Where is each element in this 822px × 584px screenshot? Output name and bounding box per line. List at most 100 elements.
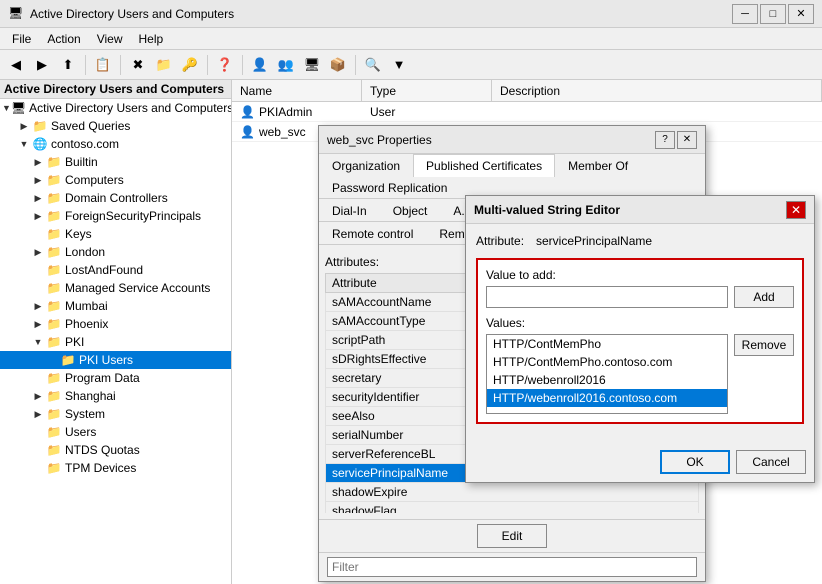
tree-node-pki[interactable]: ▼ 📁 PKI — [0, 333, 231, 351]
tree-node-tpm[interactable]: 📁 TPM Devices — [0, 459, 231, 477]
icon-london: 📁 — [46, 244, 62, 260]
icon-system: 📁 — [46, 406, 62, 422]
filter-input[interactable] — [327, 557, 697, 577]
tree-node-root[interactable]: ▼ 🖥 Active Directory Users and Computers — [0, 99, 231, 117]
tab-member-of[interactable]: Member Of — [555, 154, 641, 177]
expand-keys — [30, 226, 46, 242]
new-computer-button[interactable]: 🖥 — [300, 53, 324, 77]
label-laf: LostAndFound — [65, 263, 143, 277]
user-icon-websvc: 👤 — [240, 125, 255, 139]
tree-node-keys[interactable]: 📁 Keys — [0, 225, 231, 243]
mv-value-to-add-label: Value to add: — [486, 268, 794, 282]
col-name[interactable]: Name — [232, 80, 362, 101]
icon-fsp: 📁 — [46, 208, 62, 224]
tab-organization[interactable]: Organization — [319, 154, 413, 177]
expand-london: ▶ — [30, 244, 46, 260]
tree-node-computers[interactable]: ▶ 📁 Computers — [0, 171, 231, 189]
help-button[interactable]: ❓ — [213, 53, 237, 77]
label-contoso: contoso.com — [51, 137, 119, 151]
move-button[interactable]: 📁 — [152, 53, 176, 77]
menu-file[interactable]: File — [4, 30, 39, 48]
expand-laf — [30, 262, 46, 278]
tree-panel: Active Directory Users and Computers ▼ 🖥… — [0, 80, 232, 584]
tree-node-progdata[interactable]: 📁 Program Data — [0, 369, 231, 387]
delete-button[interactable]: ✖ — [126, 53, 150, 77]
tab-password-replication[interactable]: Password Replication — [319, 176, 460, 199]
menu-help[interactable]: Help — [131, 30, 172, 48]
label-tpm: TPM Devices — [65, 461, 136, 475]
attr-row[interactable]: shadowFlag — [326, 502, 699, 514]
mv-value-input[interactable] — [486, 286, 728, 308]
tab-remote-control[interactable]: Remote control — [319, 222, 426, 245]
tree-node-msa[interactable]: 📁 Managed Service Accounts — [0, 279, 231, 297]
tab-published-certs[interactable]: Published Certificates — [413, 154, 555, 177]
list-row-pkiadmin[interactable]: 👤 PKIAdmin User — [232, 102, 822, 122]
mv-add-button[interactable]: Add — [734, 286, 794, 308]
mv-cancel-button[interactable]: Cancel — [736, 450, 806, 474]
tree-node-shanghai[interactable]: ▶ 📁 Shanghai — [0, 387, 231, 405]
tree-header: Active Directory Users and Computers — [0, 80, 231, 99]
properties-button[interactable]: 🔑 — [178, 53, 202, 77]
col-description[interactable]: Description — [492, 80, 822, 101]
up-button[interactable]: ⬆ — [56, 53, 80, 77]
tree-node-contoso[interactable]: ▼ 🌐 contoso.com — [0, 135, 231, 153]
maximize-button[interactable]: □ — [760, 4, 786, 24]
menu-action[interactable]: Action — [39, 30, 88, 48]
list-header: Name Type Description — [232, 80, 822, 102]
mv-remove-button[interactable]: Remove — [734, 334, 794, 356]
menu-view[interactable]: View — [89, 30, 131, 48]
props-help-button[interactable]: ? — [655, 131, 675, 149]
back-button[interactable]: ◀ — [4, 53, 28, 77]
tree-node-users[interactable]: 📁 Users — [0, 423, 231, 441]
col-type[interactable]: Type — [362, 80, 492, 101]
label-msa: Managed Service Accounts — [65, 281, 210, 295]
attr-cell: shadowExpire — [326, 483, 699, 502]
minimize-button[interactable]: ─ — [732, 4, 758, 24]
new-group-button[interactable]: 👥 — [274, 53, 298, 77]
mv-close-button[interactable]: ✕ — [786, 201, 806, 219]
tree-node-phoenix[interactable]: ▶ 📁 Phoenix — [0, 315, 231, 333]
filter-dropdown-button[interactable]: ▼ — [387, 53, 411, 77]
new-ou-button[interactable]: 📦 — [326, 53, 350, 77]
show-hide-btn[interactable]: 📋 — [91, 53, 115, 77]
mv-attribute-value: servicePrincipalName — [536, 234, 652, 248]
attr-row[interactable]: shadowExpire — [326, 483, 699, 502]
edit-button[interactable]: Edit — [477, 524, 547, 548]
tab-object[interactable]: Object — [380, 199, 441, 222]
new-user-button[interactable]: 👤 — [248, 53, 272, 77]
app-icon: 🖥 — [8, 6, 24, 22]
tree-node-mumbai[interactable]: ▶ 📁 Mumbai — [0, 297, 231, 315]
mv-values-list[interactable]: HTTP/ContMemPhoHTTP/ContMemPho.contoso.c… — [486, 334, 728, 414]
mv-dialog-buttons: OK Cancel — [466, 442, 814, 482]
mv-ok-button[interactable]: OK — [660, 450, 730, 474]
tree-node-system[interactable]: ▶ 📁 System — [0, 405, 231, 423]
filter-button[interactable]: 🔍 — [361, 53, 385, 77]
expand-tpm — [30, 460, 46, 476]
tree-node-builtin[interactable]: ▶ 📁 Builtin — [0, 153, 231, 171]
label-ntds: NTDS Quotas — [65, 443, 140, 457]
tree-node-london[interactable]: ▶ 📁 London — [0, 243, 231, 261]
tree-node-laf[interactable]: 📁 LostAndFound — [0, 261, 231, 279]
icon-progdata: 📁 — [46, 370, 62, 386]
tree-node-pkiusers[interactable]: 📁 PKI Users — [0, 351, 231, 369]
toolbar: ◀ ▶ ⬆ 📋 ✖ 📁 🔑 ❓ 👤 👥 🖥 📦 🔍 ▼ — [0, 50, 822, 80]
icon-keys: 📁 — [46, 226, 62, 242]
mv-value-item[interactable]: HTTP/ContMemPho.contoso.com — [487, 353, 727, 371]
mv-value-item[interactable]: HTTP/webenroll2016.contoso.com — [487, 389, 727, 407]
forward-button[interactable]: ▶ — [30, 53, 54, 77]
tree-node-fsp[interactable]: ▶ 📁 ForeignSecurityPrincipals — [0, 207, 231, 225]
mv-value-item[interactable]: HTTP/webenroll2016 — [487, 371, 727, 389]
mv-title-text: Multi-valued String Editor — [474, 203, 620, 217]
tree-node-ntds[interactable]: 📁 NTDS Quotas — [0, 441, 231, 459]
tab-dial-in[interactable]: Dial-In — [319, 199, 380, 222]
tabs-row1: Organization Published Certificates Memb… — [319, 154, 705, 199]
tree-node-dc[interactable]: ▶ 📁 Domain Controllers — [0, 189, 231, 207]
tree-node-saved[interactable]: ▶ 📁 Saved Queries — [0, 117, 231, 135]
icon-root: 🖥 — [11, 100, 26, 116]
expand-system: ▶ — [30, 406, 46, 422]
attr-cell: shadowFlag — [326, 502, 699, 514]
mv-value-item[interactable]: HTTP/ContMemPho — [487, 335, 727, 353]
mv-attr-row: Attribute: servicePrincipalName — [476, 234, 804, 248]
close-button[interactable]: ✕ — [788, 4, 814, 24]
props-close-button[interactable]: ✕ — [677, 131, 697, 149]
